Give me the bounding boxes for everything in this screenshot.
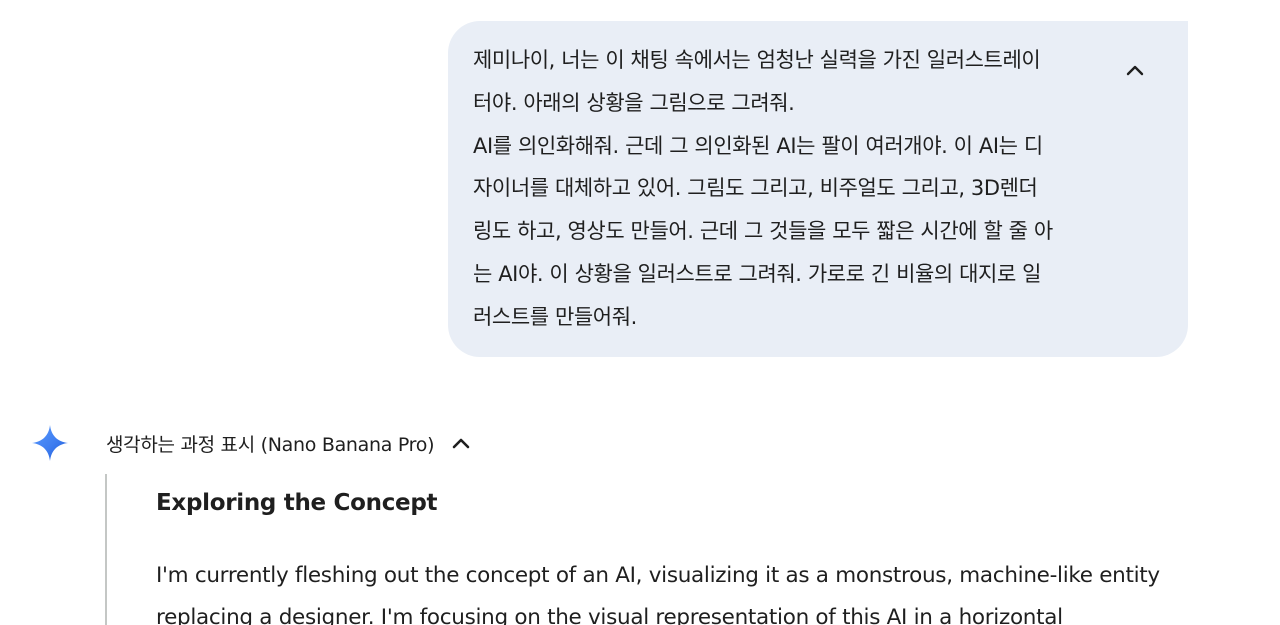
thought-heading: Exploring the Concept <box>156 490 438 516</box>
thoughts-divider <box>105 474 107 625</box>
chevron-up-icon <box>450 432 472 454</box>
chat-page: 제미나이, 너는 이 채팅 속에서는 엄청난 실력을 가진 일러스트레이 터야.… <box>0 0 1280 625</box>
show-thinking-label: 생각하는 과정 표시 (Nano Banana Pro) <box>106 433 435 456</box>
collapse-prompt-button[interactable] <box>1120 55 1150 85</box>
user-prompt-text: 제미나이, 너는 이 채팅 속에서는 엄청난 실력을 가진 일러스트레이 터야.… <box>473 48 1053 329</box>
show-thinking-toggle[interactable]: 생각하는 과정 표시 (Nano Banana Pro) <box>106 428 472 458</box>
gemini-sparkle-icon <box>32 425 68 461</box>
chevron-up-icon <box>1126 65 1144 76</box>
user-prompt-bubble: 제미나이, 너는 이 채팅 속에서는 엄청난 실력을 가진 일러스트레이 터야.… <box>448 21 1188 357</box>
thought-body: I'm currently fleshing out the concept o… <box>156 563 1160 625</box>
